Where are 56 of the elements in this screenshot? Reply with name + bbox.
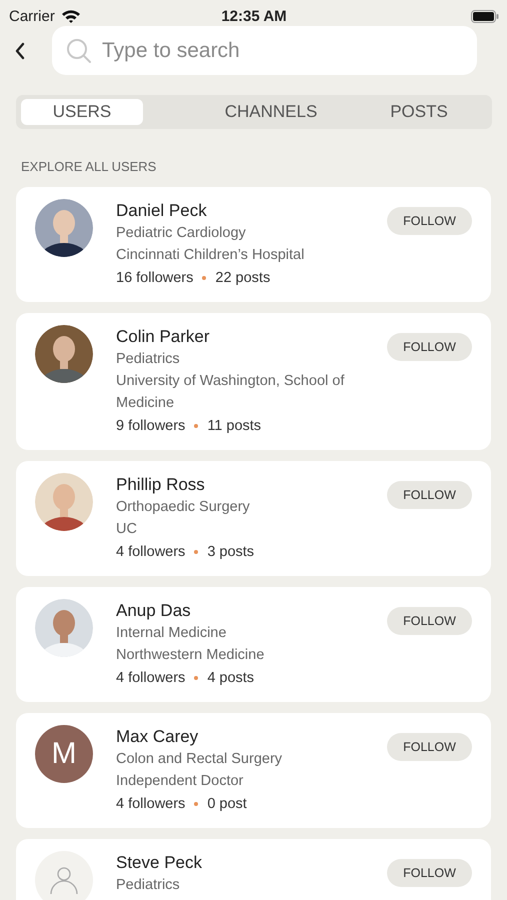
followers-count: 4 followers (116, 543, 186, 562)
user-name: Anup Das (116, 600, 192, 622)
battery-icon (471, 10, 499, 22)
follow-button[interactable]: FOLLOW (387, 733, 472, 761)
back-icon[interactable] (15, 42, 25, 60)
user-organization: Cincinnati Children’s Hospital (116, 246, 306, 265)
user-specialty: Pediatric Cardiology (116, 224, 247, 243)
posts-count: 22 posts (215, 269, 270, 288)
user-card[interactable]: Daniel Peck Pediatric Cardiology Cincinnati Children’s Hospital 16 followers 22 posts FOLLOW (16, 187, 491, 302)
user-specialty: Pediatrics (116, 876, 181, 895)
user-specialty: Internal Medicine (116, 624, 228, 643)
followers-count: 9 followers (116, 417, 186, 436)
dot-separator (194, 550, 198, 554)
person-icon (49, 865, 79, 895)
user-specialty: Colon and Rectal Surgery (116, 750, 284, 769)
tab[interactable]: CHANNELS (173, 99, 369, 125)
tab[interactable]: POSTS (369, 99, 469, 125)
followers-count: 16 followers (116, 269, 194, 288)
carrier-label: Carrier (9, 8, 55, 24)
user-card[interactable]: Anup Das Internal Medicine Northwestern Medicine 4 followers 4 posts FOLLOW (16, 587, 491, 702)
user-name: Phillip Ross (116, 474, 206, 496)
dot-separator (202, 276, 206, 280)
dot-separator (194, 676, 198, 680)
user-organization: Independent Doctor (116, 772, 244, 791)
follow-button[interactable]: FOLLOW (387, 607, 472, 635)
user-organization: University of Washington, School of Medicine (116, 372, 346, 413)
user-specialty: Orthopaedic Surgery (116, 498, 251, 517)
search-field[interactable]: Type to search (52, 26, 477, 75)
clock-time: 12:35 AM (221, 8, 287, 24)
user-specialty: Pediatrics (116, 350, 181, 369)
tab[interactable]: USERS (21, 99, 143, 125)
section-title: EXPLORE ALL USERS (21, 159, 158, 174)
user-organization: Northwestern Medicine (116, 646, 266, 665)
follow-button[interactable]: FOLLOW (387, 481, 472, 509)
follow-button[interactable]: FOLLOW (387, 859, 472, 887)
user-card[interactable]: Steve Peck Pediatrics FOLLOW (16, 839, 491, 900)
posts-count: 4 posts (207, 669, 254, 688)
followers-count: 4 followers (116, 669, 186, 688)
user-organization: UC (116, 520, 138, 539)
posts-count: 0 post (207, 795, 247, 814)
user-card[interactable]: M Max Carey Colon and Rectal Surgery Independent Doctor 4 followers 0 post FOLLOW (16, 713, 491, 828)
follow-button[interactable]: FOLLOW (387, 333, 472, 361)
user-card[interactable]: Phillip Ross Orthopaedic Surgery UC 4 followers 3 posts FOLLOW (16, 461, 491, 576)
follow-button[interactable]: FOLLOW (387, 207, 472, 235)
avatar-initial: M (35, 725, 93, 783)
posts-count: 3 posts (207, 543, 254, 562)
followers-count: 4 followers (116, 795, 186, 814)
user-name: Steve Peck (116, 852, 203, 874)
user-name: Daniel Peck (116, 200, 208, 222)
wifi-icon (60, 9, 81, 23)
user-name: Max Carey (116, 726, 200, 748)
posts-count: 11 posts (207, 417, 262, 436)
user-card[interactable]: Colin Parker Pediatrics University of Washington, School of Medicine 9 followers 11 posts FOLLOW (16, 313, 491, 450)
dot-separator (194, 424, 198, 428)
dot-separator (194, 802, 198, 806)
user-name: Colin Parker (116, 326, 211, 348)
